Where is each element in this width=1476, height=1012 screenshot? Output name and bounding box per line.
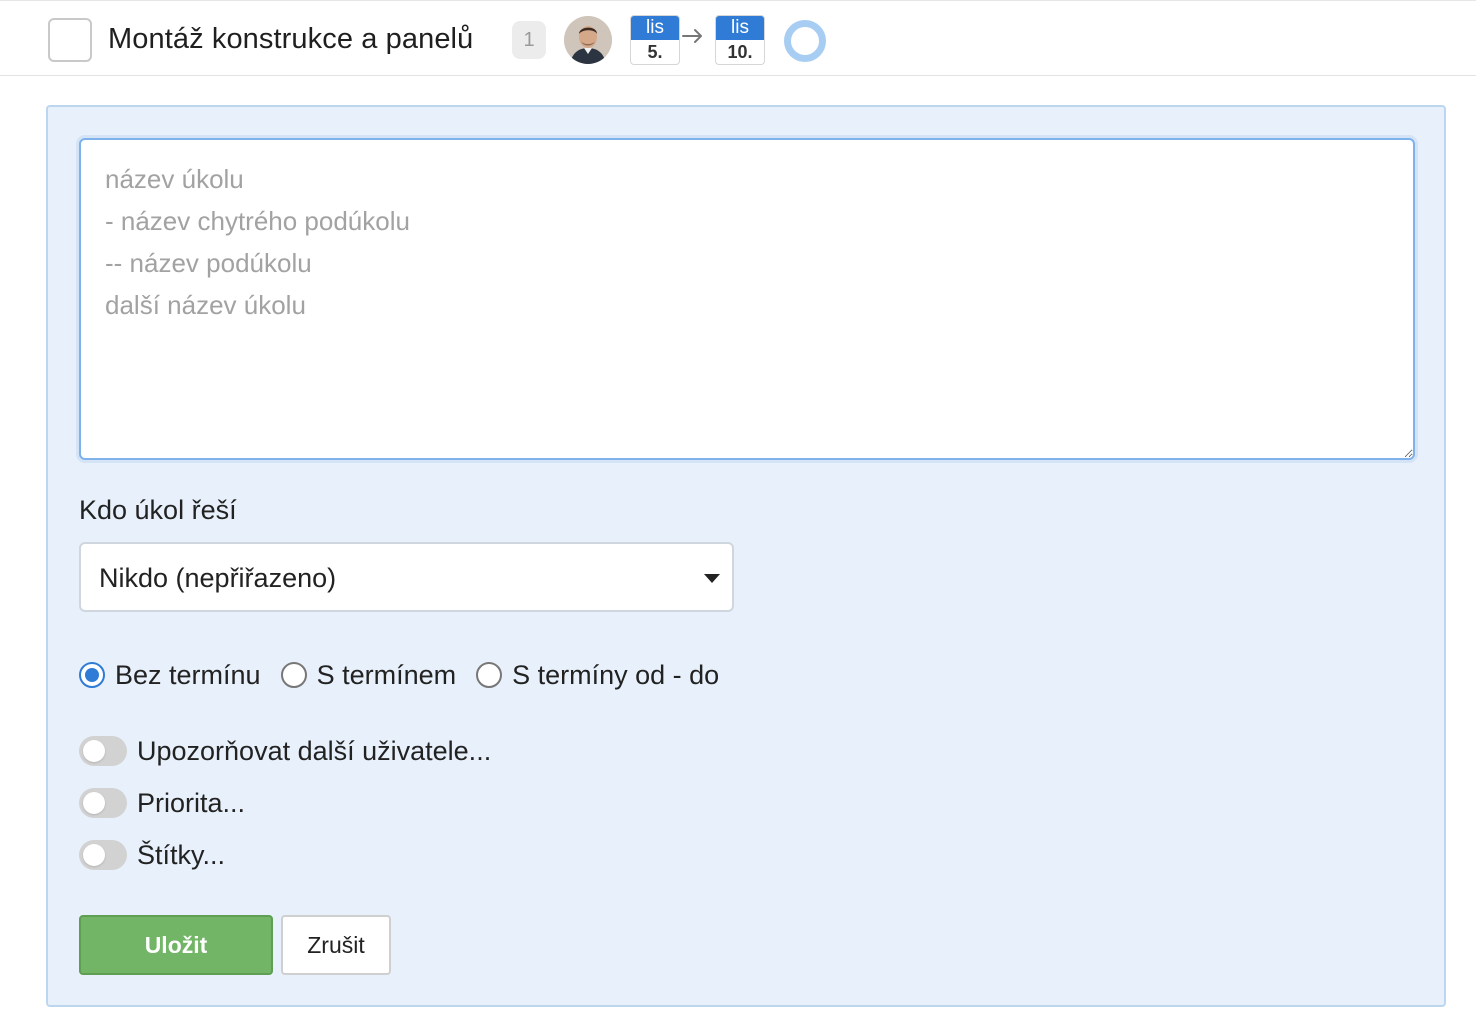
end-date-calendar-icon[interactable]: lis 10. (715, 15, 765, 65)
toggle-switch[interactable] (79, 788, 127, 818)
save-button[interactable]: Uložit (79, 915, 273, 975)
toggle-tags[interactable]: Štítky... (79, 837, 225, 873)
toggle-label: Priorita... (137, 787, 246, 818)
task-row: Montáž konstrukce a panelů 1 lis 5. lis … (0, 0, 1476, 76)
radio-no-deadline[interactable]: Bez termínu (79, 660, 261, 691)
toggle-notify-users[interactable]: Upozorňovat další uživatele... (79, 733, 491, 769)
assignee-select-value: Nikdo (nepřiřazeno) (99, 563, 337, 593)
toggle-switch[interactable] (79, 736, 127, 766)
start-date-calendar-icon[interactable]: lis 5. (630, 15, 680, 65)
assignee-select[interactable]: Nikdo (nepřiřazeno) (79, 542, 734, 612)
toggle-switch[interactable] (79, 840, 127, 870)
start-date-day: 5. (647, 42, 663, 62)
arrow-right-icon (682, 29, 702, 43)
assignee-avatar[interactable] (564, 16, 612, 64)
start-date-month: lis (631, 16, 679, 40)
radio-label: S termínem (316, 659, 457, 690)
task-title[interactable]: Montáž konstrukce a panelů (108, 23, 473, 56)
cancel-button[interactable]: Zrušit (281, 915, 391, 975)
end-date-day: 10. (727, 42, 753, 62)
radio-button[interactable] (280, 662, 307, 688)
task-complete-checkbox[interactable] (48, 18, 92, 62)
end-date-month: lis (716, 16, 764, 40)
task-names-textarea[interactable] (79, 138, 1415, 460)
radio-with-deadline[interactable]: S termínem (280, 659, 457, 691)
radio-label: S termíny od - do (512, 659, 720, 690)
assignee-label: Kdo úkol řeší (79, 495, 237, 525)
toggle-priority[interactable]: Priorita... (79, 785, 245, 821)
radio-label: Bez termínu (115, 659, 261, 690)
radio-deadline-range[interactable]: S termíny od - do (476, 660, 719, 691)
radio-button[interactable] (476, 662, 503, 688)
toggle-label: Upozorňovat další uživatele... (137, 735, 492, 766)
task-status-ring-icon[interactable] (784, 20, 826, 62)
comment-count-badge[interactable]: 1 (512, 21, 546, 59)
new-task-form: Kdo úkol řeší Nikdo (nepřiřazeno) Bez te… (46, 105, 1446, 1007)
deadline-radio-group: Bez termínu S termínem S termíny od - do (79, 655, 739, 695)
chevron-down-icon (704, 574, 720, 583)
toggle-label: Štítky... (137, 839, 226, 870)
radio-button-checked[interactable] (79, 662, 105, 688)
